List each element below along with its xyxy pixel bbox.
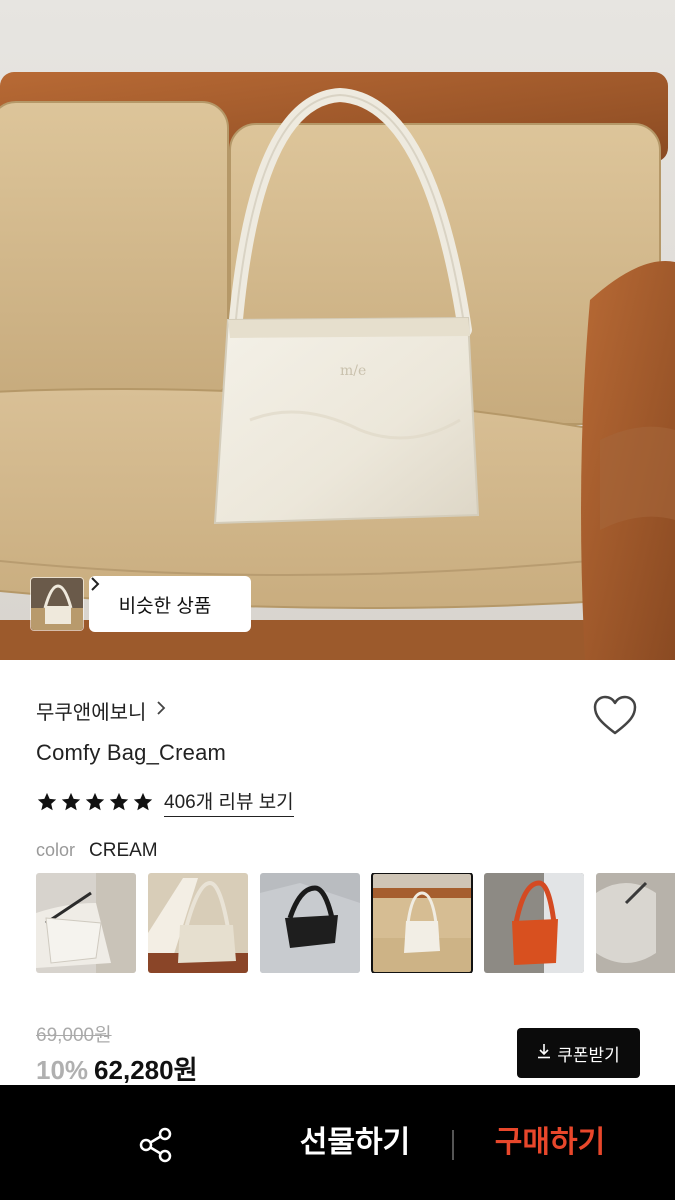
- product-hero-image[interactable]: m/e 비슷한 상품: [0, 0, 675, 660]
- coupon-button[interactable]: 쿠폰받기: [517, 1028, 640, 1078]
- variant-thumbnail-3[interactable]: [260, 873, 360, 973]
- variant-thumbnail-6[interactable]: [596, 873, 675, 973]
- variant-thumbnail-1[interactable]: [36, 873, 136, 973]
- download-icon: [537, 1043, 551, 1064]
- option-value: CREAM: [89, 840, 158, 861]
- variant-thumbnail-4[interactable]: [371, 873, 473, 973]
- similar-products-label: 비슷한 상품: [118, 595, 212, 617]
- star-icon: [109, 792, 129, 811]
- star-icon: [61, 792, 81, 811]
- share-icon[interactable]: [136, 1125, 176, 1165]
- variant-thumbnail-2[interactable]: [148, 873, 248, 973]
- bottom-action-bar: 선물하기 구매하기: [0, 1085, 675, 1200]
- star-icon: [133, 792, 153, 811]
- brand-link[interactable]: 무쿠앤에보니: [36, 696, 166, 725]
- price-row: 10% 62,280원: [36, 1050, 198, 1087]
- coupon-label: 쿠폰받기: [557, 1045, 620, 1065]
- discount-rate: 10%: [36, 1055, 89, 1085]
- current-price: 62,280원: [94, 1055, 198, 1085]
- original-price: 69,000원: [36, 1025, 112, 1046]
- rating-stars: [36, 791, 154, 813]
- option-row: color CREAM: [36, 840, 158, 862]
- brand-name: 무쿠앤에보니: [36, 702, 147, 724]
- color-variants: [36, 873, 675, 973]
- variant-thumbnail-5[interactable]: [484, 873, 584, 973]
- review-link[interactable]: 406개 리뷰 보기: [164, 787, 294, 817]
- wishlist-heart-icon[interactable]: [593, 695, 637, 737]
- similar-product-thumbnail[interactable]: [30, 577, 84, 631]
- option-label: color: [36, 840, 76, 860]
- gift-button[interactable]: 선물하기: [290, 1121, 420, 1165]
- buy-button[interactable]: 구매하기: [485, 1121, 615, 1165]
- rating-row: 406개 리뷰 보기: [36, 787, 294, 817]
- bar-divider: [452, 1130, 454, 1160]
- star-icon: [85, 792, 105, 811]
- similar-products-button[interactable]: 비슷한 상품: [89, 576, 251, 632]
- svg-text:m/e: m/e: [340, 363, 366, 379]
- star-icon: [37, 792, 57, 811]
- chevron-right-icon: [156, 699, 166, 722]
- product-name: Comfy Bag_Cream: [36, 740, 227, 765]
